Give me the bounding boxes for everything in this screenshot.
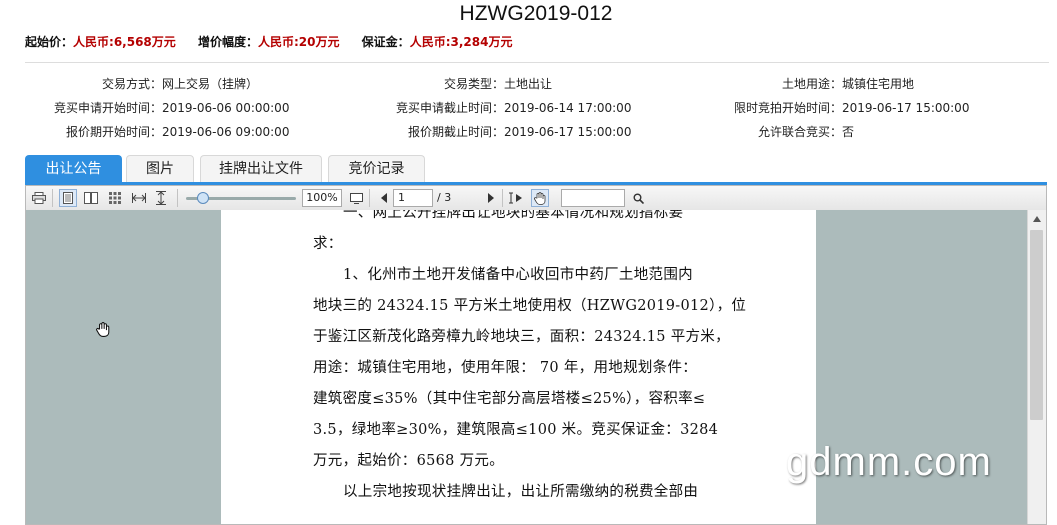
doc-line: 地块三的 24324.15 平方米土地使用权（HZWG2019-012），位 bbox=[313, 298, 747, 314]
doc-line: 以上宗地按现状挂牌出让，出让所需缴纳的税费全部由 bbox=[343, 484, 699, 500]
doc-line: 于鉴江区新茂化路旁樟九岭地块三，面积：24324.15 平方米， bbox=[313, 329, 730, 345]
zoom-slider-handle[interactable] bbox=[197, 192, 209, 204]
document-page: 一、网上公开挂牌出让地块的基本情况和规划指标要 求： 1、化州市土地开发储备中心… bbox=[221, 210, 816, 524]
doc-line: 1、化州市土地开发储备中心收回市中药厂土地范围内 bbox=[343, 267, 693, 283]
viewer-toolbar: 100% 1 / 3 bbox=[26, 186, 1046, 211]
doc-line: 建筑密度≤35%（其中住宅部分高层塔楼≤25%），容积率≤ bbox=[313, 391, 706, 407]
timed-bid-value: 2019-06-17 15:00:00 bbox=[842, 101, 970, 115]
land-use-value: 城镇住宅用地 bbox=[842, 77, 915, 91]
single-page-icon[interactable] bbox=[59, 189, 77, 207]
start-price-label: 起始价： bbox=[25, 35, 74, 49]
vertical-scrollbar[interactable] bbox=[1027, 210, 1046, 524]
zoom-input[interactable]: 100% bbox=[302, 189, 342, 207]
search-input[interactable] bbox=[561, 189, 625, 207]
start-price-value: 人民币:6,568万元 bbox=[73, 35, 176, 49]
increment-label: 增价幅度： bbox=[197, 35, 258, 49]
search-icon[interactable] bbox=[629, 189, 647, 207]
doc-line: 求： bbox=[313, 236, 343, 252]
page-total: / 3 bbox=[437, 191, 452, 204]
doc-line: 3.5，绿地率≥30%，建筑限高≤100 米。竞买保证金：3284 bbox=[313, 422, 719, 438]
print-icon[interactable] bbox=[30, 189, 48, 207]
tab-announcement[interactable]: 出让公告 bbox=[25, 155, 122, 182]
prev-page-icon[interactable] bbox=[375, 189, 393, 207]
doc-line: 用途：城镇住宅用地，使用年限： 70 年，用地规划条件： bbox=[313, 360, 698, 376]
doc-line: 一、网上公开挂牌出让地块的基本情况和规划指标要 bbox=[343, 210, 684, 221]
info-column-3: 土地用途：城镇住宅用地 限时竞拍开始时间：2019-06-17 15:00:00… bbox=[0, 72, 969, 144]
document-text: 一、网上公开挂牌出让地块的基本情况和规划指标要 求： 1、化州市土地开发储备中心… bbox=[313, 210, 747, 508]
hand-tool-icon[interactable] bbox=[531, 189, 549, 207]
tab-listing-files[interactable]: 挂牌出让文件 bbox=[200, 155, 322, 182]
watermark: gdmm.com bbox=[786, 440, 992, 484]
two-page-icon[interactable] bbox=[82, 189, 100, 207]
thumbnail-grid-icon[interactable] bbox=[106, 189, 124, 207]
land-use-label: 土地用途： bbox=[781, 77, 842, 91]
page-number-input[interactable]: 1 bbox=[393, 189, 433, 207]
fit-height-icon[interactable] bbox=[152, 189, 170, 207]
joint-bid-value: 否 bbox=[842, 125, 855, 139]
scroll-up-arrow-icon[interactable] bbox=[1033, 216, 1041, 222]
tab-images[interactable]: 图片 bbox=[126, 155, 194, 182]
deposit-value: 人民币:3,284万元 bbox=[409, 35, 513, 49]
fullscreen-icon[interactable] bbox=[347, 189, 365, 207]
joint-bid-label: 允许联合竞买： bbox=[757, 125, 842, 139]
price-summary: 起始价：人民币:6,568万元 增价幅度：人民币:20万元 保证金：人民币:3,… bbox=[25, 33, 530, 50]
hand-cursor-icon bbox=[96, 322, 110, 341]
timed-bid-label: 限时竞拍开始时间： bbox=[733, 101, 842, 115]
increment-value: 人民币:20万元 bbox=[257, 35, 340, 49]
deposit-label: 保证金： bbox=[361, 35, 410, 49]
text-select-icon[interactable] bbox=[507, 189, 525, 207]
doc-line: 万元，起始价：6568 万元。 bbox=[313, 453, 505, 469]
header-divider bbox=[25, 62, 1049, 63]
next-page-icon[interactable] bbox=[481, 189, 499, 207]
fit-width-icon[interactable] bbox=[130, 189, 148, 207]
tab-bid-records[interactable]: 竞价记录 bbox=[328, 155, 425, 182]
scrollbar-thumb[interactable] bbox=[1030, 230, 1043, 420]
page-title: HZWG2019-012 bbox=[459, 2, 613, 25]
